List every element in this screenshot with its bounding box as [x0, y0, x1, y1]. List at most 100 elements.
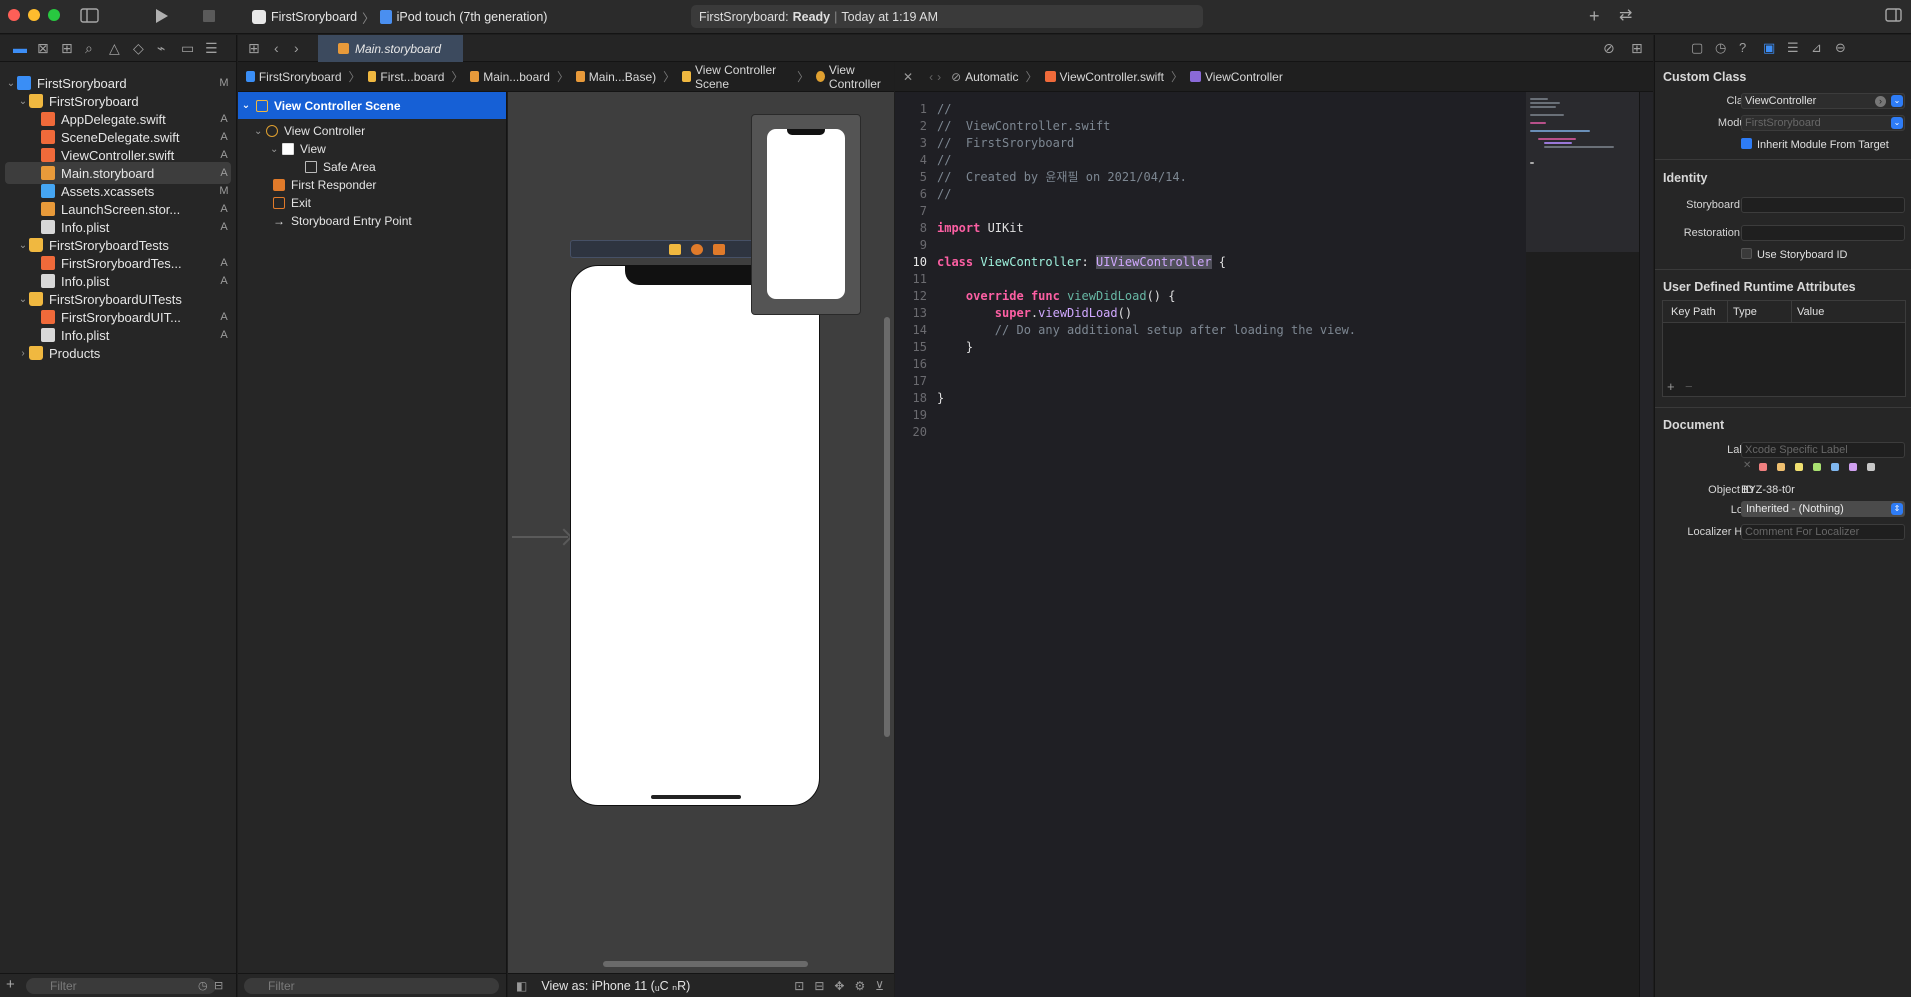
- navigator-filter-input[interactable]: Filter: [26, 978, 216, 994]
- tab-main-storyboard[interactable]: Main.storyboard: [318, 35, 463, 62]
- breadcrumb-item[interactable]: View Controller Scene: [695, 63, 790, 91]
- color-swatch-red[interactable]: [1759, 463, 1767, 471]
- scm-filter-icon[interactable]: ⊟: [214, 979, 223, 992]
- back-icon[interactable]: ‹: [929, 70, 933, 84]
- layout-tools-icon[interactable]: ⊡⊟✥⚙⊻: [794, 979, 894, 993]
- code-line[interactable]: 13 super.viewDidLoad(): [895, 304, 1526, 321]
- code-line[interactable]: 3 // FirstSroryboard: [895, 134, 1526, 151]
- code-line[interactable]: 9: [895, 236, 1526, 253]
- recent-icon[interactable]: ◷: [198, 979, 208, 992]
- connections-inspector-icon[interactable]: ⊖: [1835, 41, 1846, 54]
- use-storyboard-id-checkbox[interactable]: Use Storyboard ID: [1741, 248, 1847, 261]
- forward-icon[interactable]: ›: [937, 70, 941, 84]
- device-name[interactable]: iPod touch (7th generation): [397, 10, 548, 24]
- attributes-inspector-icon[interactable]: ☰: [1787, 41, 1799, 54]
- runtime-attributes-table[interactable]: Key Path Type Value + −: [1662, 300, 1906, 397]
- view-as-device-button[interactable]: View as: iPhone 11 (ᵤC ₙR): [541, 978, 690, 993]
- inherit-module-checkbox[interactable]: Inherit Module From Target: [1741, 138, 1889, 151]
- color-swatch-orange[interactable]: [1777, 463, 1785, 471]
- storyboard-canvas[interactable]: [508, 92, 894, 973]
- code-line[interactable]: 15 }: [895, 338, 1526, 355]
- code-text[interactable]: class ViewController: UIViewController {: [937, 254, 1226, 269]
- go-to-class-icon[interactable]: ›: [1875, 96, 1886, 107]
- inspector-toggle-icon[interactable]: [1885, 8, 1902, 26]
- code-text[interactable]: // Created by 윤재필 on 2021/04/14.: [937, 168, 1187, 185]
- clear-color-icon[interactable]: ✕: [1743, 460, 1751, 471]
- chevron-down-icon[interactable]: ⌄: [1891, 117, 1903, 129]
- run-play-icon[interactable]: [155, 8, 169, 28]
- outline-item-view[interactable]: ⌄ View: [238, 140, 506, 158]
- chevron-down-icon[interactable]: ⌄: [270, 144, 282, 155]
- add-attribute-icon[interactable]: +: [1667, 379, 1675, 394]
- code-line[interactable]: 1 //: [895, 100, 1526, 117]
- file-inspector-icon[interactable]: ▢: [1691, 41, 1703, 54]
- breadcrumb-item[interactable]: Automatic: [965, 70, 1018, 84]
- class-field[interactable]: ViewController › ⌄: [1741, 93, 1905, 109]
- folder-icon[interactable]: ▬: [13, 41, 27, 55]
- code-line[interactable]: 7: [895, 202, 1526, 219]
- code-minimap[interactable]: [1526, 92, 1639, 252]
- outline-filter-input[interactable]: Filter: [244, 978, 499, 994]
- horizontal-scrollbar[interactable]: [603, 961, 808, 967]
- grid-icon[interactable]: ⊞: [248, 41, 260, 55]
- chevron-down-icon[interactable]: ⌄: [17, 240, 29, 251]
- code-line[interactable]: 16: [895, 355, 1526, 372]
- code-line[interactable]: 17: [895, 372, 1526, 389]
- add-icon[interactable]: +: [6, 976, 15, 993]
- outline-item-view-controller[interactable]: ⌄ View Controller: [238, 122, 506, 140]
- first-responder-icon[interactable]: [691, 244, 703, 255]
- color-swatch-green[interactable]: [1813, 463, 1821, 471]
- code-review-icon[interactable]: ⇄: [1619, 8, 1632, 24]
- code-text[interactable]: //: [937, 187, 951, 201]
- code-text[interactable]: //: [937, 153, 951, 167]
- report-icon[interactable]: ☰: [205, 41, 218, 55]
- code-line[interactable]: 20: [895, 423, 1526, 440]
- plus-library-icon[interactable]: +: [1589, 7, 1600, 25]
- vertical-scrollbar[interactable]: [884, 317, 890, 737]
- lock-popup[interactable]: Inherited - (Nothing) ⇕: [1741, 501, 1905, 517]
- code-line[interactable]: 6 //: [895, 185, 1526, 202]
- module-field[interactable]: FirstSroryboard ⌄: [1741, 115, 1905, 131]
- code-line[interactable]: 2 // ViewController.swift: [895, 117, 1526, 134]
- code-line[interactable]: 14 // Do any additional setup after load…: [895, 321, 1526, 338]
- outline-item-scene[interactable]: ⌄ View Controller Scene: [238, 92, 506, 119]
- code-editor[interactable]: 1 // 2 // ViewController.swift 3 // FirstSror…: [895, 92, 1526, 997]
- outline-toggle-icon[interactable]: ◧: [516, 979, 527, 993]
- code-line[interactable]: 18}: [895, 389, 1526, 406]
- assistant-icon[interactable]: ⊘: [1603, 41, 1615, 55]
- chevron-down-icon[interactable]: ⌄: [17, 294, 29, 305]
- code-text[interactable]: import UIKit: [937, 221, 1024, 235]
- breadcrumb-item[interactable]: ViewController: [1205, 70, 1283, 84]
- outline-item-entry-point[interactable]: → Storyboard Entry Point: [238, 212, 506, 230]
- color-swatch-purple[interactable]: [1849, 463, 1857, 471]
- chevron-down-icon[interactable]: ⌄: [254, 126, 266, 137]
- code-text[interactable]: // ViewController.swift: [937, 119, 1110, 133]
- scheme-selector[interactable]: FirstSroryboard 〉 iPod touch (7th genera…: [252, 7, 547, 27]
- remove-attribute-icon[interactable]: −: [1685, 379, 1693, 394]
- zoom-window-button[interactable]: [48, 9, 60, 21]
- code-line[interactable]: 11: [895, 270, 1526, 287]
- chevron-down-icon[interactable]: ⌄: [1891, 95, 1903, 107]
- storyboard-id-field[interactable]: [1741, 197, 1905, 213]
- code-line[interactable]: 19: [895, 406, 1526, 423]
- view-controller-icon[interactable]: [669, 244, 681, 255]
- column-header-type[interactable]: Type: [1733, 306, 1757, 318]
- code-line[interactable]: 12 override func viewDidLoad() {: [895, 287, 1526, 304]
- code-line[interactable]: 5 // Created by 윤재필 on 2021/04/14.: [895, 168, 1526, 185]
- column-header-key-path[interactable]: Key Path: [1671, 306, 1716, 318]
- chevron-down-icon[interactable]: ⌄: [17, 96, 29, 107]
- forward-icon[interactable]: ›: [294, 41, 299, 55]
- breakpoint-icon[interactable]: ▭: [181, 41, 194, 55]
- code-text[interactable]: // Do any additional setup after loading…: [937, 323, 1356, 337]
- color-swatch-blue[interactable]: [1831, 463, 1839, 471]
- color-swatch-gray[interactable]: [1867, 463, 1875, 471]
- code-text[interactable]: override func viewDidLoad() {: [937, 289, 1176, 303]
- column-header-value[interactable]: Value: [1797, 306, 1824, 318]
- code-text[interactable]: }: [937, 391, 944, 405]
- debug-icon[interactable]: ⌁: [157, 41, 165, 55]
- search-icon[interactable]: ⌕: [85, 41, 93, 55]
- sidebar-toggle-icon[interactable]: [80, 8, 99, 27]
- outline-item-safe-area[interactable]: Safe Area: [238, 158, 506, 176]
- breadcrumb-item[interactable]: ViewController.swift: [1060, 70, 1164, 84]
- breadcrumb-item[interactable]: Main...Base): [589, 70, 656, 84]
